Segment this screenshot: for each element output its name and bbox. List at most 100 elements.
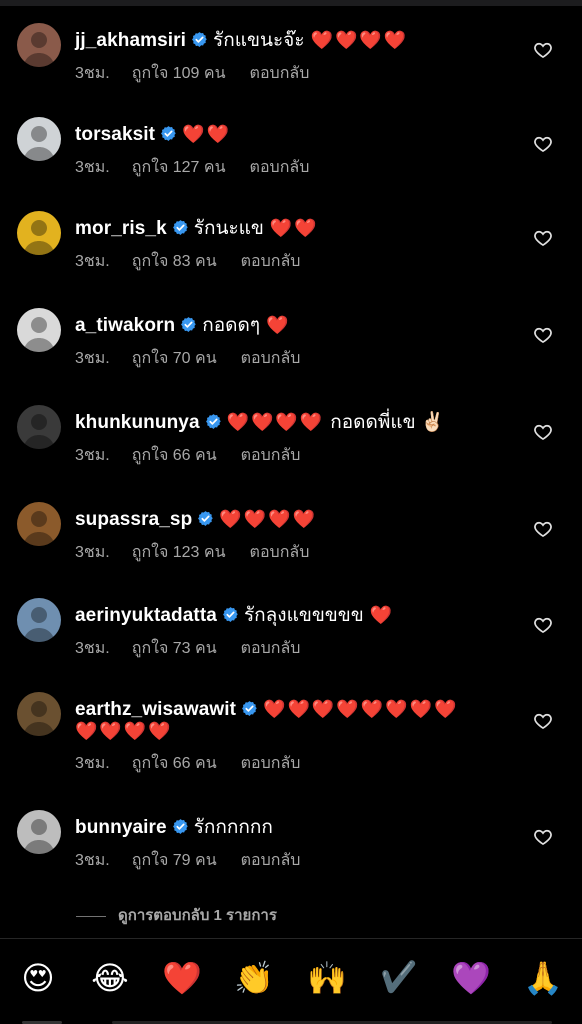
verified-badge-icon [241, 700, 258, 717]
username[interactable]: jj_akhamsiri [75, 30, 186, 51]
like-count[interactable]: ถูกใจ 70 คน [132, 350, 217, 367]
verified-badge-icon [222, 606, 239, 623]
reply-button[interactable]: ตอบกลับ [241, 253, 301, 270]
emoji-reaction-button[interactable]: 😍 [16, 956, 60, 1000]
comment-header: aerinyuktadatta รักลุงแขขขขข ❤️ [75, 603, 394, 628]
like-heart-icon[interactable] [533, 325, 553, 345]
verified-badge-icon [172, 818, 189, 835]
comment-meta: 3ชม. ถูกใจ 70 คน ตอบกลับ [75, 346, 324, 371]
avatar[interactable] [17, 211, 61, 255]
comment-time: 3ชม. [75, 350, 110, 367]
verified-badge-icon [172, 219, 189, 236]
comment-text: รักลุงแขขขขข [243, 605, 364, 626]
person-photo-icon [23, 414, 55, 449]
avatar[interactable] [17, 598, 61, 642]
person-photo-icon [23, 126, 55, 161]
comment-header: khunkununya ❤️❤️❤️❤️ กอดดพี่แข ✌🏻 [75, 410, 445, 435]
username[interactable]: a_tiwakorn [75, 315, 175, 336]
username[interactable]: torsaksit [75, 124, 155, 145]
reply-button[interactable]: ตอบกลับ [241, 852, 301, 869]
avatar[interactable] [17, 692, 61, 736]
emoji-reaction-button[interactable]: 🙌 [305, 956, 349, 1000]
comment-time: 3ชม. [75, 544, 110, 561]
like-heart-icon[interactable] [533, 615, 553, 635]
like-count[interactable]: ถูกใจ 66 คน [132, 755, 217, 772]
person-photo-icon [23, 701, 55, 736]
reply-button[interactable]: ตอบกลับ [250, 544, 310, 561]
person-photo-icon [23, 32, 55, 67]
like-count[interactable]: ถูกใจ 73 คน [132, 640, 217, 657]
comment-meta: 3ชม. ถูกใจ 66 คน ตอบกลับ [75, 751, 324, 776]
avatar[interactable] [17, 405, 61, 449]
avatar[interactable] [17, 23, 61, 67]
username[interactable]: mor_ris_k [75, 218, 167, 239]
comment-time: 3ชม. [75, 447, 110, 464]
verified-badge-icon [160, 125, 177, 142]
comment-time: 3ชม. [75, 852, 110, 869]
avatar[interactable] [17, 502, 61, 546]
reply-button[interactable]: ตอบกลับ [250, 159, 310, 176]
emoji-bar-divider [0, 938, 582, 939]
comment-text: กอดดๆ [202, 315, 261, 336]
like-count[interactable]: ถูกใจ 79 คน [132, 852, 217, 869]
reply-button[interactable]: ตอบกลับ [241, 447, 301, 464]
heart-emojis: ❤️❤️❤️❤️ [226, 412, 325, 432]
avatar[interactable] [17, 810, 61, 854]
like-heart-icon[interactable] [533, 228, 553, 248]
comment-input-strip [0, 1018, 582, 1024]
like-heart-icon[interactable] [533, 422, 553, 442]
like-heart-icon[interactable] [533, 134, 553, 154]
emoji-reaction-button[interactable]: 💜 [449, 956, 493, 1000]
verified-badge-icon [197, 510, 214, 527]
view-replies-link[interactable]: ดูการตอบกลับ 1 รายการ [76, 903, 277, 927]
username[interactable]: khunkununya [75, 412, 200, 433]
username[interactable]: bunnyaire [75, 817, 167, 838]
comment-header: a_tiwakorn กอดดๆ ❤️ [75, 313, 291, 338]
username[interactable]: earthz_wisawawit [75, 699, 236, 720]
like-count[interactable]: ถูกใจ 109 คน [132, 65, 226, 82]
emoji-reaction-button[interactable]: ✔️ [377, 956, 421, 1000]
emoji-reaction-button[interactable]: 👏 [232, 956, 276, 1000]
like-heart-icon[interactable] [533, 40, 553, 60]
emoji-reaction-button[interactable]: 🙏 [521, 956, 565, 1000]
comment-meta: 3ชม. ถูกใจ 66 คน ตอบกลับ [75, 443, 324, 468]
heart-emojis: ❤️ [369, 605, 395, 625]
like-count[interactable]: ถูกใจ 66 คน [132, 447, 217, 464]
like-heart-icon[interactable] [533, 827, 553, 847]
verified-badge-icon [191, 31, 208, 48]
like-count[interactable]: ถูกใจ 83 คน [132, 253, 217, 270]
reply-button[interactable]: ตอบกลับ [250, 65, 310, 82]
comment-time: 3ชม. [75, 755, 110, 772]
emoji-reaction-button[interactable]: ❤️ [160, 956, 204, 1000]
heart-emojis: ❤️ [266, 315, 291, 335]
like-count[interactable]: ถูกใจ 123 คน [132, 544, 226, 561]
like-heart-icon[interactable] [533, 711, 553, 731]
comment-header: jj_akhamsiri รักแขนะจ๊ะ ❤️❤️❤️❤️ [75, 28, 408, 53]
comment-meta: 3ชม. ถูกใจ 83 คน ตอบกลับ [75, 249, 324, 274]
comment-meta: 3ชม. ถูกใจ 127 คน ตอบกลับ [75, 155, 333, 180]
comment-text-after: กอดดพี่แข ✌🏻 [330, 412, 445, 433]
person-photo-icon [23, 511, 55, 546]
person-photo-icon [23, 317, 55, 352]
heart-emojis: ❤️❤️❤️❤️ [219, 509, 317, 529]
reply-button[interactable]: ตอบกลับ [241, 755, 301, 772]
status-strip [0, 0, 582, 6]
emoji-reaction-button[interactable]: 😂 [88, 956, 132, 1000]
like-heart-icon[interactable] [533, 519, 553, 539]
username[interactable]: supassra_sp [75, 509, 192, 530]
reply-button[interactable]: ตอบกลับ [241, 350, 301, 367]
heart-emojis: ❤️❤️❤️❤️ [310, 30, 409, 50]
heart-emojis: ❤️❤️ [182, 124, 231, 144]
reply-button[interactable]: ตอบกลับ [241, 640, 301, 657]
heart-emojis: ❤️❤️ [269, 218, 319, 238]
like-count[interactable]: ถูกใจ 127 คน [132, 159, 226, 176]
username[interactable]: aerinyuktadatta [75, 605, 217, 626]
avatar[interactable] [17, 117, 61, 161]
avatar[interactable] [17, 308, 61, 352]
comment-text: รักนะแข [193, 218, 264, 239]
comment-header: torsaksit ❤️❤️ [75, 122, 231, 147]
person-photo-icon [23, 220, 55, 255]
comment-header: bunnyaire รักกกกกก [75, 815, 279, 840]
comment-text: รักกกกกก [193, 817, 273, 838]
comment-time: 3ชม. [75, 65, 110, 82]
